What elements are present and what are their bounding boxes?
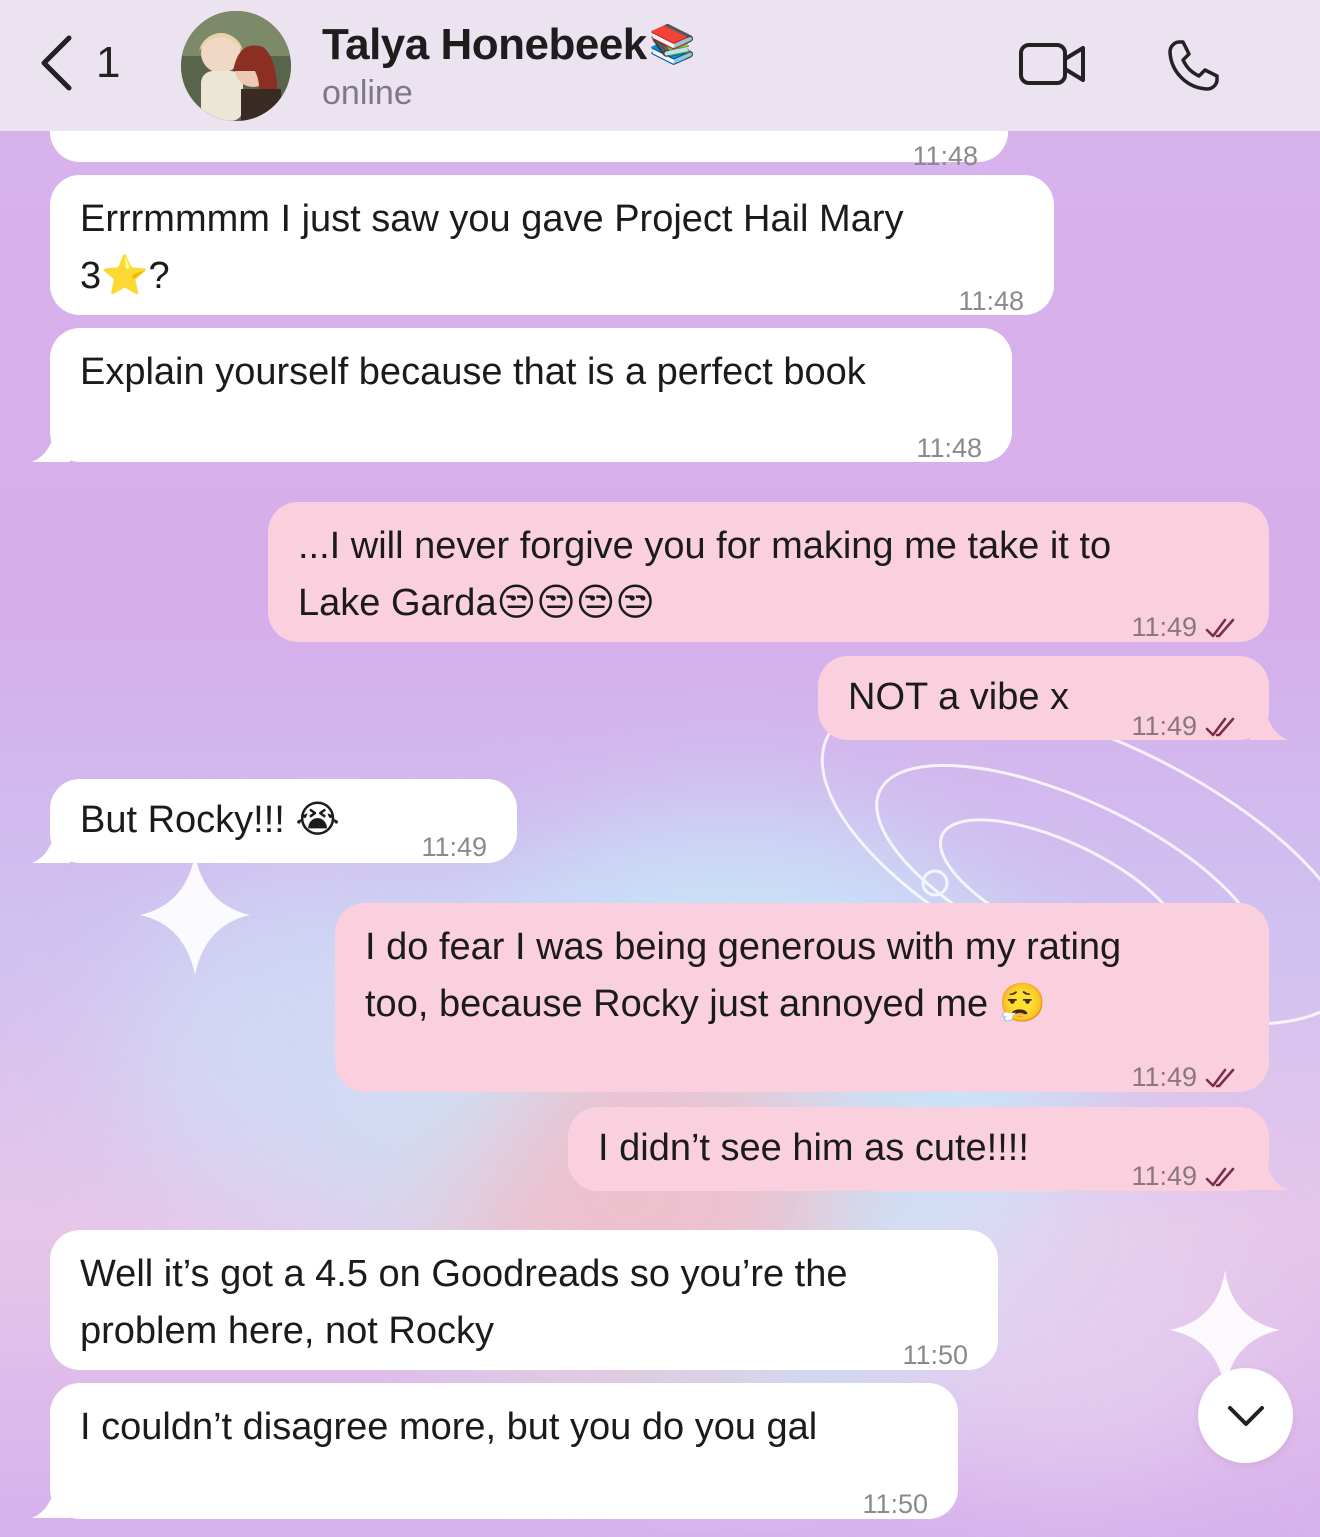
phone-icon [1168,40,1219,91]
message-line: I do fear I was being generous with my r… [365,926,1122,968]
message-line: Errrmmmm I just saw you gave Project Hai… [80,198,904,240]
message-text: Well it’s got a 4.5 on Goodreads so you’… [80,1246,968,1360]
message-line: Well it’s got a 4.5 on Goodreads so you’… [80,1253,848,1295]
double-check-icon [1205,1068,1235,1087]
chevron-left-icon [41,35,72,91]
message-time: 11:49 [421,832,487,862]
message-line: ...I will never forgive you for making m… [298,525,1112,567]
message-bubble-incoming[interactable]: I couldn’t disagree more, but you do you… [50,1383,958,1519]
message-time: 11:50 [902,1340,968,1370]
message-time-text: 11:49 [1131,1062,1197,1092]
message-line: ? [148,255,170,297]
books-emoji: 📚 [648,24,696,66]
message-line: 3 [80,255,102,297]
bubble-tail [32,1480,70,1518]
message-text: I do fear I was being generous with my r… [365,919,1239,1033]
message-text: But Rocky!!! 😭 [80,792,340,849]
message-time: 11:48 [958,286,1024,316]
message-bubble-outgoing[interactable]: I do fear I was being generous with my r… [335,903,1269,1092]
message-bubble-incoming[interactable]: Errrmmmm I just saw you gave Project Hai… [50,175,1054,316]
avatar-photo [181,11,291,121]
message-time: 11:49 [1131,599,1239,656]
message-bubble-incoming[interactable]: But Rocky!!! 😭 11:49 [50,779,517,863]
crying-emoji: 😭 [295,799,340,841]
message-time-text: 11:49 [1131,711,1197,741]
message-text: I couldn’t disagree more, but you do you… [80,1406,818,1448]
message-text: NOT a vibe x [848,676,1070,718]
bubble-tail [32,825,70,863]
bubble-tail [32,424,70,462]
message-text: I didn’t see him as cute!!!! [598,1127,1029,1169]
message-time: 11:48 [916,433,982,463]
message-line: problem here, not Rocky [80,1310,494,1352]
chevron-down-icon [1227,1405,1264,1426]
message-line: But Rocky!!! [80,799,285,841]
double-check-icon [1205,1167,1235,1186]
message-time: 11:49 [1131,1148,1239,1205]
contact-info[interactable]: Talya Honebeek 📚 online [322,20,696,113]
contact-avatar[interactable] [181,11,291,121]
message-text: Errrmmmm I just saw you gave Project Hai… [80,191,1024,305]
message-text: Explain yourself because that is a perfe… [80,351,866,393]
chat-header: 1 Talya Honebeek 📚 online [0,0,1320,131]
message-time: 11:49 [1131,698,1239,755]
message-bubble-incoming[interactable]: Well it’s got a 4.5 on Goodreads so you’… [50,1230,998,1370]
message-line: too, because Rocky just annoyed me [365,983,989,1025]
message-bubble-outgoing[interactable]: NOT a vibe x 11:49 [818,656,1269,741]
message-line: Lake Garda [298,582,497,624]
scroll-to-bottom-button[interactable] [1198,1368,1293,1463]
bubble-tail [1250,702,1288,740]
message-time: 11:50 [862,1489,928,1519]
voice-call-button[interactable] [1165,38,1221,99]
message-bubble-outgoing[interactable]: I didn’t see him as cute!!!! 11:49 [568,1107,1269,1191]
message-bubble-outgoing[interactable]: ...I will never forgive you for making m… [268,502,1269,642]
back-button[interactable]: 1 [38,34,120,92]
message-text: ...I will never forgive you for making m… [298,518,1239,632]
message-time-text: 11:49 [1131,1161,1197,1191]
message-time-text: 11:49 [1131,612,1197,642]
bubble-tail [1250,1152,1288,1190]
double-check-icon [1205,618,1235,637]
message-time: 11:49 [1131,1049,1239,1106]
star-emoji: ⭐ [101,255,149,297]
contact-name-text: Talya Honebeek [322,20,647,69]
unread-count: 1 [96,38,121,87]
message-list[interactable]: thing 11:48 Errrmmmm I just saw you gave… [0,0,1320,1537]
contact-status: online [322,74,413,112]
exhaling-emoji: 😮‍💨 [998,983,1047,1025]
video-camera-icon [1019,43,1085,85]
unamused-emojis: 😒😒😒😒 [496,582,656,624]
video-call-button[interactable] [1018,40,1088,93]
message-bubble-incoming[interactable]: Explain yourself because that is a perfe… [50,328,1012,463]
contact-name: Talya Honebeek 📚 [322,20,696,70]
double-check-icon [1205,717,1235,736]
